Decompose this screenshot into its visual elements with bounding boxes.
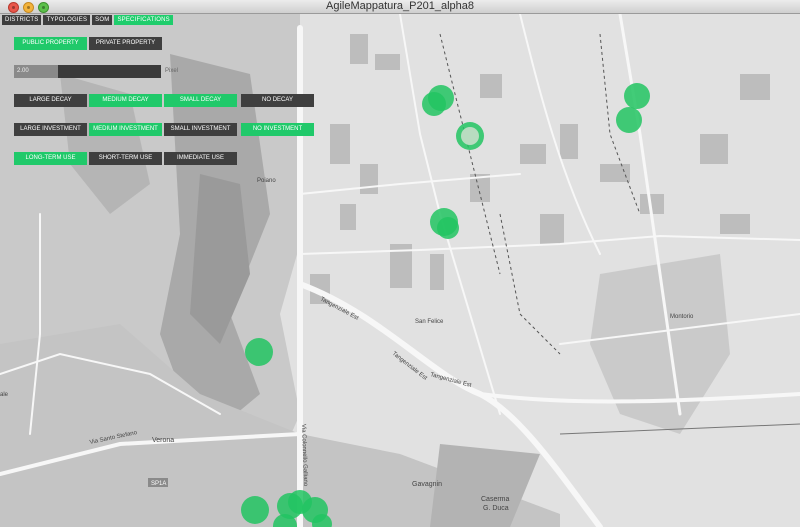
map-label-g-duca: G. Duca — [483, 505, 509, 512]
tab-bar: DISTRICTS TYPOLOGIES SOM SPECIFICATIONS — [2, 15, 173, 25]
map-marker[interactable] — [241, 496, 269, 524]
medium-investment-button[interactable]: MEDIUM INVESTMENT — [89, 123, 162, 136]
no-decay-button[interactable]: NO DECAY — [241, 94, 314, 107]
tab-typologies[interactable]: TYPOLOGIES — [43, 15, 91, 25]
map-marker[interactable] — [437, 217, 459, 239]
large-decay-button[interactable]: LARGE DECAY — [14, 94, 87, 107]
map-label-san-felice: San Felice — [415, 319, 444, 325]
map-label-caserma: Caserma — [481, 496, 510, 503]
tab-som[interactable]: SOM — [92, 15, 113, 25]
map-label-poiano: Poiano — [257, 178, 276, 184]
large-investment-button[interactable]: LARGE INVESTMENT — [14, 123, 87, 136]
long-term-use-button[interactable]: LONG-TERM USE — [14, 152, 87, 165]
public-property-button[interactable]: PUBLIC PROPERTY — [14, 37, 87, 50]
map-label-gavagnin: Gavagnin — [412, 481, 442, 488]
no-investment-button[interactable]: NO INVESTMENT — [241, 123, 314, 136]
tab-districts[interactable]: DISTRICTS — [2, 15, 42, 25]
slider-value: 2.00 — [17, 68, 29, 74]
map-marker[interactable] — [624, 83, 650, 109]
map-marker[interactable] — [616, 107, 642, 133]
tab-specifications[interactable]: SPECIFICATIONS — [114, 15, 173, 25]
map-marker[interactable] — [245, 338, 273, 366]
slider-label: Pixel — [165, 68, 179, 74]
window-titlebar: AgileMappatura_P201_alpha8 — [0, 0, 800, 14]
small-decay-button[interactable]: SMALL DECAY — [164, 94, 237, 107]
small-investment-button[interactable]: SMALL INVESTMENT — [164, 123, 237, 136]
map-label-sp1a: SP1A — [151, 481, 166, 487]
map-canvas[interactable]: Poiano San Felice Montorio Tangenziale E… — [0, 14, 800, 527]
medium-decay-button[interactable]: MEDIUM DECAY — [89, 94, 162, 107]
selected-marker-highlight — [461, 127, 479, 145]
map-label-ale: ale — [0, 392, 9, 398]
map-label-verona: Verona — [152, 437, 174, 444]
short-term-use-button[interactable]: SHORT-TERM USE — [89, 152, 162, 165]
map-label-montorio: Montorio — [670, 314, 694, 320]
pixel-slider[interactable]: 2.00 — [14, 65, 161, 78]
map-marker[interactable] — [422, 92, 446, 116]
private-property-button[interactable]: PRIVATE PROPERTY — [89, 37, 162, 50]
immediate-use-button[interactable]: IMMEDIATE USE — [164, 152, 237, 165]
window-title: AgileMappatura_P201_alpha8 — [325, 0, 474, 12]
